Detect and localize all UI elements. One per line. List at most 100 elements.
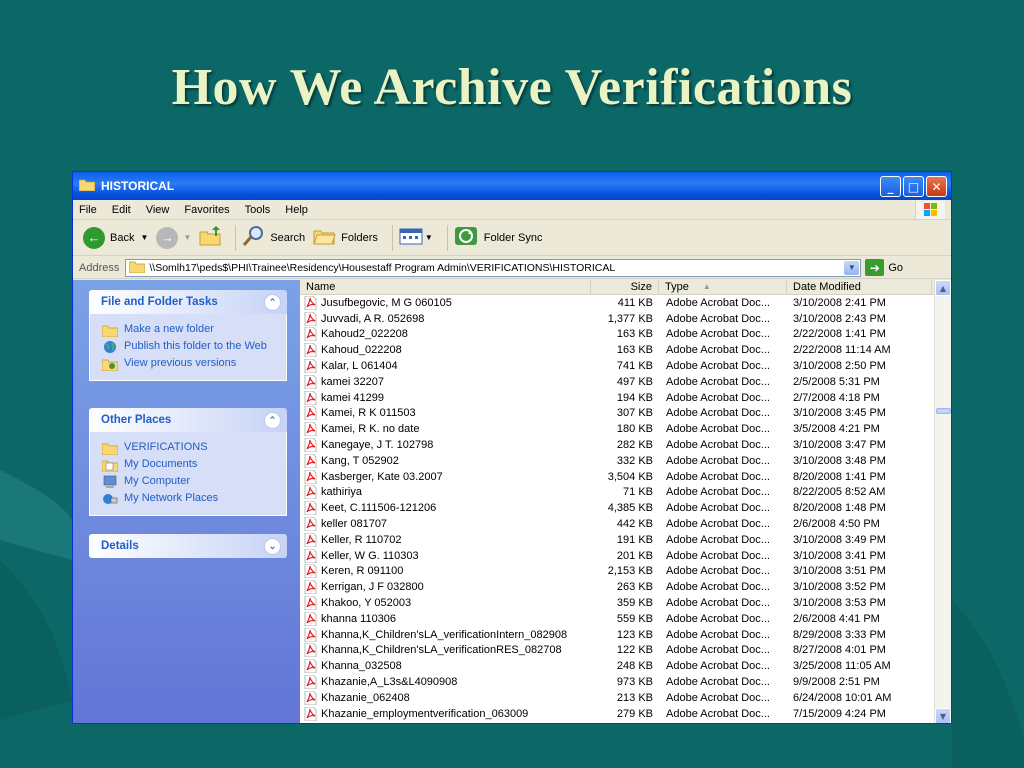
folders-button[interactable]: Folders	[313, 226, 378, 249]
file-row[interactable]: Khanna,K_Children'sLA_verificationIntern…	[300, 627, 951, 643]
address-input[interactable]: \\Somlh17\peds$\PHI\Trainee\Residency\Ho…	[125, 258, 862, 277]
back-button[interactable]: ← Back ▼	[83, 226, 148, 249]
task-view-previous-versions[interactable]: View previous versions	[102, 357, 282, 371]
file-type: Adobe Acrobat Doc...	[666, 660, 770, 673]
file-type: Adobe Acrobat Doc...	[666, 423, 770, 436]
vertical-scrollbar[interactable]: ▲ ▼	[934, 280, 951, 723]
file-name-cell: Kahoud_022208	[300, 343, 591, 358]
column-size[interactable]: Size	[591, 280, 659, 294]
file-row[interactable]: Keet, C.111506-121206 4,385 KB Adobe Acrob…	[300, 500, 951, 516]
file-row[interactable]: Khanna_032508 248 KB Adobe Acrobat Doc... 3…	[300, 658, 951, 674]
pdf-file-icon	[304, 627, 317, 642]
file-name-cell: khanna 110306	[300, 611, 591, 626]
menu-help[interactable]: Help	[285, 204, 308, 216]
menu-favorites[interactable]: Favorites	[184, 204, 229, 216]
maximize-button[interactable]: □	[903, 176, 924, 197]
file-row[interactable]: Kerrigan, J F 032800 263 KB Adobe Acrobat …	[300, 579, 951, 595]
toolbar-separator	[446, 224, 448, 251]
menu-file[interactable]: File	[79, 204, 97, 216]
file-type: Adobe Acrobat Doc...	[666, 707, 770, 720]
file-rows: Jusufbegovic, M G 060105 411 KB Adobe Acro…	[300, 295, 951, 722]
place-my-computer[interactable]: My Computer	[102, 475, 282, 489]
file-size: 279 KB	[616, 707, 653, 720]
file-row[interactable]: Khanna,K_Children'sLA_verificationRES_08…	[300, 643, 951, 659]
column-name[interactable]: Name	[300, 280, 591, 294]
address-dropdown-icon[interactable]: ▼	[844, 260, 860, 275]
close-button[interactable]: ✕	[926, 176, 947, 197]
file-name: Kerrigan, J F 032800	[321, 581, 424, 594]
place-my-documents[interactable]: My Documents	[102, 458, 282, 472]
file-date: 2/5/2008 5:31 PM	[793, 375, 880, 388]
scroll-down-icon[interactable]: ▼	[935, 708, 951, 723]
file-row[interactable]: Kasberger, Kate 03.2007 3,504 KB Adobe Acr…	[300, 469, 951, 485]
folder-sync-icon	[454, 225, 478, 250]
collapse-icon[interactable]: ⌃	[264, 411, 281, 429]
file-name: Keller, R 110702	[321, 533, 402, 546]
pdf-file-icon	[304, 359, 317, 374]
file-row[interactable]: Kahoud_022208 163 KB Adobe Acrobat Doc... 2…	[300, 342, 951, 358]
views-button[interactable]: ▼	[399, 226, 433, 249]
file-row[interactable]: Khazanie,A_L3s&L4090908 973 KB Adobe Acrob…	[300, 674, 951, 690]
file-row[interactable]: Keller, R 110702 191 KB Adobe Acrobat Doc.…	[300, 532, 951, 548]
task-publish-to-web[interactable]: Publish this folder to the Web	[102, 340, 282, 354]
column-type-label: Type	[665, 281, 689, 293]
new-folder-icon	[102, 323, 118, 337]
forward-dropdown-icon[interactable]: ▼	[183, 233, 191, 242]
column-type[interactable]: Type ▲	[659, 280, 787, 294]
file-row[interactable]: Keller, W G. 110303 201 KB Adobe Acrobat D…	[300, 548, 951, 564]
file-row[interactable]: Khakoo, Y 052003 359 KB Adobe Acrobat Doc.…	[300, 595, 951, 611]
scroll-thumb[interactable]	[936, 408, 951, 414]
forward-button[interactable]: → ▼	[156, 226, 191, 249]
file-row[interactable]: Kahoud2_022208 163 KB Adobe Acrobat Doc...…	[300, 327, 951, 343]
folder-sync-button[interactable]: Folder Sync	[454, 225, 542, 250]
file-row[interactable]: kamei 32207 497 KB Adobe Acrobat Doc... 2/5…	[300, 374, 951, 390]
file-row[interactable]: Kamei, R K 011503 307 KB Adobe Acrobat Doc…	[300, 406, 951, 422]
menu-view[interactable]: View	[146, 204, 170, 216]
back-dropdown-icon[interactable]: ▼	[140, 233, 148, 242]
file-folder-tasks-panel: File and Folder Tasks ⌃ Make a new folde…	[89, 290, 287, 381]
expand-icon[interactable]: ⌄	[264, 537, 281, 555]
details-header[interactable]: Details ⌄	[89, 534, 287, 558]
column-date-modified[interactable]: Date Modified	[787, 280, 932, 294]
file-row[interactable]: Juvvadi, A R. 052698 1,377 KB Adobe Acroba…	[300, 311, 951, 327]
file-row[interactable]: Kamei, R K. no date 180 KB Adobe Acrobat D…	[300, 421, 951, 437]
place-verifications[interactable]: VERIFICATIONS	[102, 441, 282, 455]
column-header-row: Name Size Type ▲ Date Modified	[300, 280, 951, 295]
views-dropdown-icon: ▼	[424, 233, 433, 242]
window-titlebar[interactable]: HISTORICAL _ □ ✕	[73, 172, 951, 200]
up-folder-button[interactable]	[199, 226, 221, 249]
file-row[interactable]: Keren, R 091100 2,153 KB Adobe Acrobat Doc…	[300, 564, 951, 580]
minimize-button[interactable]: _	[880, 176, 901, 197]
file-type: Adobe Acrobat Doc...	[666, 565, 770, 578]
place-my-network-places[interactable]: My Network Places	[102, 492, 282, 506]
other-places-header[interactable]: Other Places ⌃	[89, 408, 287, 432]
file-type: Adobe Acrobat Doc...	[666, 375, 770, 388]
file-row[interactable]: Khazanie_062408 213 KB Adobe Acrobat Doc..…	[300, 690, 951, 706]
file-name: Jusufbegovic, M G 060105	[321, 296, 452, 309]
file-row[interactable]: Jusufbegovic, M G 060105 411 KB Adobe Acro…	[300, 295, 951, 311]
task-label: Publish this folder to the Web	[124, 340, 267, 352]
file-row[interactable]: Kang, T 052902 332 KB Adobe Acrobat Doc...…	[300, 453, 951, 469]
collapse-icon[interactable]: ⌃	[264, 293, 281, 311]
file-row[interactable]: Kanegaye, J T. 102798 282 KB Adobe Acrobat…	[300, 437, 951, 453]
file-row[interactable]: kathiriya 71 KB Adobe Acrobat Doc... 8/22/2…	[300, 485, 951, 501]
file-row[interactable]: kamei 41299 194 KB Adobe Acrobat Doc... 2/7…	[300, 390, 951, 406]
file-size: 359 KB	[616, 597, 653, 610]
search-button[interactable]: Search	[242, 225, 305, 250]
pdf-file-icon	[304, 453, 317, 468]
menu-edit[interactable]: Edit	[112, 204, 131, 216]
file-date: 6/24/2008 10:01 AM	[793, 691, 892, 704]
menu-tools[interactable]: Tools	[245, 204, 271, 216]
scroll-up-icon[interactable]: ▲	[935, 280, 951, 296]
task-make-new-folder[interactable]: Make a new folder	[102, 323, 282, 337]
go-button[interactable]: ➔ Go	[865, 259, 903, 276]
file-row[interactable]: Khazanie_employmentverification_063009 27…	[300, 706, 951, 722]
file-folder-tasks-header[interactable]: File and Folder Tasks ⌃	[89, 290, 287, 314]
file-date: 3/10/2008 3:53 PM	[793, 597, 886, 610]
file-row[interactable]: Kalar, L 061404 741 KB Adobe Acrobat Doc..…	[300, 358, 951, 374]
pdf-file-icon	[304, 311, 317, 326]
file-date: 3/10/2008 2:41 PM	[793, 296, 886, 309]
file-row[interactable]: keller 081707 442 KB Adobe Acrobat Doc... 2…	[300, 516, 951, 532]
place-label: VERIFICATIONS	[124, 441, 208, 453]
file-row[interactable]: khanna 110306 559 KB Adobe Acrobat Doc... 2…	[300, 611, 951, 627]
